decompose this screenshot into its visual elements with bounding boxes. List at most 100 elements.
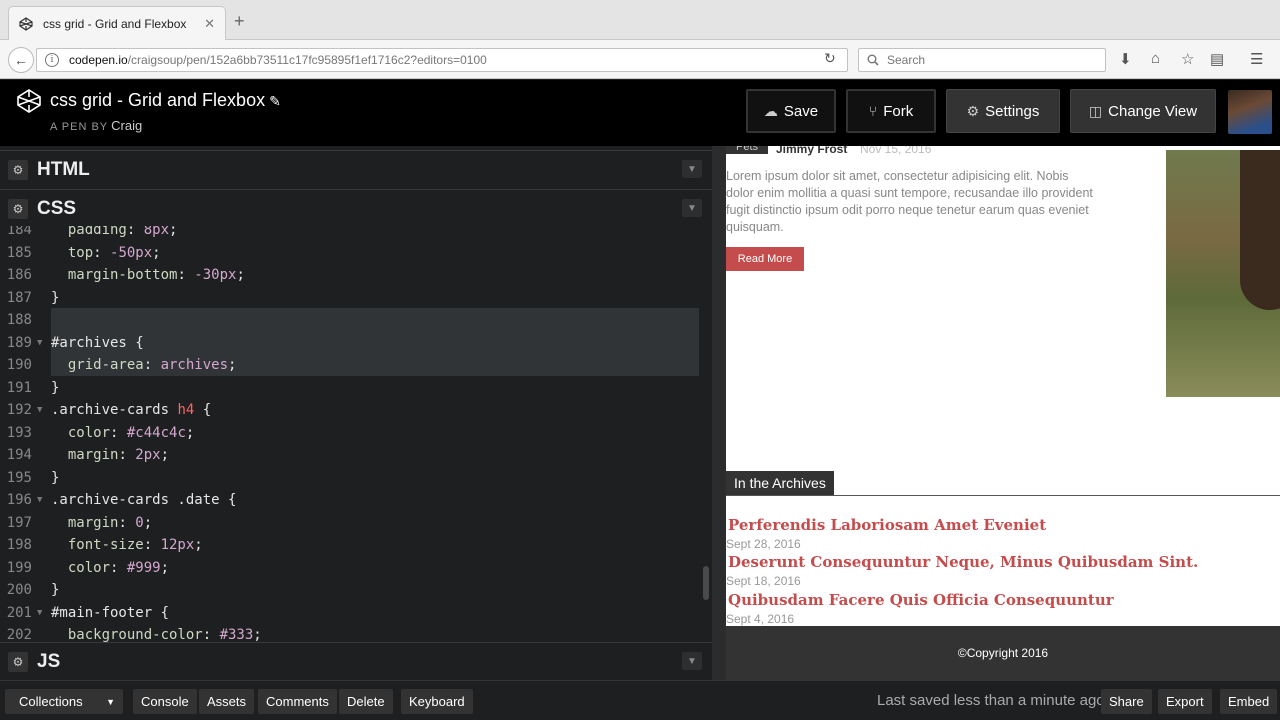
code-line[interactable]: 192 ▼ .archive-cards h4 {	[0, 399, 712, 422]
new-tab-icon[interactable]: +	[234, 11, 245, 32]
chevron-down-icon[interactable]: ▼	[682, 199, 702, 217]
css-settings-gear-icon[interactable]: ⚙	[8, 198, 28, 219]
fork-button[interactable]: ⑂ Fork	[846, 89, 936, 133]
code-line[interactable]: 193 color: #c44c4c;	[0, 422, 712, 445]
change-view-button[interactable]: ◫ Change View	[1070, 89, 1216, 133]
archive-title[interactable]: Quibusdam Facere Quis Officia Consequunt…	[728, 591, 1114, 609]
pen-title[interactable]: css grid - Grid and Flexbox ✎	[50, 90, 281, 111]
bookmark-star-icon[interactable]: ☆	[1181, 50, 1194, 68]
code-text: #main-footer {	[51, 604, 170, 621]
browser-tab[interactable]: css grid - Grid and Flexbox ✕	[8, 6, 226, 40]
css-panel-header[interactable]: ⚙ CSS ▼	[0, 189, 712, 227]
code-line[interactable]: 188	[0, 309, 712, 332]
code-line[interactable]: 195}	[0, 467, 712, 490]
archive-date: Sept 4, 2016	[726, 612, 795, 626]
saved-status: Last saved less than a minute ago	[877, 692, 1105, 709]
home-icon[interactable]: ⌂	[1151, 50, 1160, 67]
search-input[interactable]: Search	[858, 48, 1106, 72]
editor-scrollbar[interactable]	[703, 566, 709, 600]
fold-arrow-icon[interactable]: ▼	[37, 602, 42, 625]
html-panel-title: HTML	[37, 158, 90, 180]
code-line[interactable]: 185 top: -50px;	[0, 242, 712, 265]
code-line[interactable]: 194 margin: 2px;	[0, 444, 712, 467]
settings-button[interactable]: ⚙ Settings	[946, 89, 1060, 133]
code-line[interactable]: 187}	[0, 287, 712, 310]
code-line[interactable]: 186 margin-bottom: -30px;	[0, 264, 712, 287]
line-number: 197	[6, 514, 32, 531]
code-line[interactable]: 190 grid-area: archives;	[0, 354, 712, 377]
line-number: 199	[6, 559, 32, 576]
url-bar[interactable]: i codepen.io/craigsoup/pen/152a6bb73511c…	[36, 48, 848, 72]
code-line[interactable]: 196 ▼ .archive-cards .date {	[0, 489, 712, 512]
css-code-editor[interactable]: 184 padding: 8px; 185 top: -50px; 186 marg…	[0, 226, 712, 642]
code-text: .archive-cards h4 {	[51, 402, 212, 418]
code-line[interactable]: 197 margin: 0;	[0, 512, 712, 535]
code-text: }	[51, 379, 60, 396]
read-more-button[interactable]: Read More	[726, 247, 804, 271]
fold-arrow-icon[interactable]: ▼	[37, 399, 42, 422]
archives-heading: In the Archives	[726, 471, 834, 496]
code-text: font-size: 12px;	[67, 537, 203, 553]
share-button[interactable]: Share	[1101, 689, 1152, 714]
info-icon[interactable]: i	[45, 53, 59, 67]
tab-title: css grid - Grid and Flexbox	[43, 16, 187, 31]
browser-toolbar: ← i codepen.io/craigsoup/pen/152a6bb7351…	[0, 40, 1280, 79]
line-number: 200	[6, 582, 32, 598]
code-line[interactable]: 191}	[0, 377, 712, 400]
save-button[interactable]: ☁ Save	[746, 89, 836, 133]
codepen-logo-icon[interactable]	[16, 88, 42, 119]
url-text: codepen.io/craigsoup/pen/152a6bb73511c17…	[69, 53, 487, 67]
code-line[interactable]: 189 ▼ #archives {	[0, 332, 712, 355]
console-button[interactable]: Console	[133, 689, 197, 714]
code-line[interactable]: 200}	[0, 579, 712, 602]
export-button[interactable]: Export	[1158, 689, 1212, 714]
fork-icon: ⑂	[868, 103, 878, 119]
code-text: margin: 2px;	[67, 447, 170, 463]
reload-icon[interactable]: ↻	[824, 50, 836, 67]
edit-pencil-icon[interactable]: ✎	[269, 93, 281, 109]
category-tag: Pets	[726, 146, 769, 154]
code-line[interactable]: 199 color: #999;	[0, 557, 712, 580]
post-author: Jimmy Frost	[776, 146, 848, 156]
fold-arrow-icon[interactable]: ▼	[37, 332, 42, 355]
assets-button[interactable]: Assets	[199, 689, 255, 714]
archive-date: Sept 28, 2016	[726, 537, 801, 551]
delete-button[interactable]: Delete	[339, 689, 393, 714]
avatar[interactable]	[1228, 90, 1272, 134]
html-settings-gear-icon[interactable]: ⚙	[8, 159, 28, 180]
archive-title[interactable]: Deserunt Consequuntur Neque, Minus Quibu…	[728, 553, 1198, 571]
code-line[interactable]: 198 font-size: 12px;	[0, 534, 712, 557]
reading-list-icon[interactable]: ▤	[1210, 50, 1224, 68]
bottom-bar: Collections ▼ Console Assets Comments Del…	[0, 680, 1280, 720]
js-panel-header[interactable]: ⚙ JS ▼	[0, 642, 712, 680]
archive-date: Sept 18, 2016	[726, 574, 801, 588]
chevron-down-icon[interactable]: ▼	[682, 652, 702, 670]
browser-tab-strip: css grid - Grid and Flexbox ✕ +	[0, 0, 1280, 40]
line-number: 202	[6, 627, 32, 642]
preview-footer: ©Copyright 2016	[726, 626, 1280, 680]
chevron-down-icon[interactable]: ▼	[682, 160, 702, 178]
code-text: color: #999;	[67, 559, 170, 576]
download-icon[interactable]: ⬇	[1119, 50, 1132, 68]
author-link[interactable]: Craig	[111, 118, 142, 133]
preview-pane: Pets Jimmy Frost Nov 15, 2016 Lorem ipsu…	[726, 146, 1280, 680]
code-line[interactable]: 201 ▼ #main-footer {	[0, 602, 712, 625]
code-line[interactable]: 184 padding: 8px;	[0, 226, 712, 242]
collections-dropdown[interactable]: Collections ▼	[5, 689, 123, 714]
tab-close-icon[interactable]: ✕	[204, 16, 215, 32]
code-text: color: #c44c4c;	[67, 424, 195, 441]
line-number: 194	[6, 447, 32, 463]
archive-title[interactable]: Perferendis Laboriosam Amet Eveniet	[728, 516, 1046, 534]
code-line[interactable]: 202 background-color: #333;	[0, 624, 712, 642]
js-settings-gear-icon[interactable]: ⚙	[8, 651, 28, 672]
back-arrow-icon[interactable]: ←	[8, 47, 34, 73]
pane-resize-handle[interactable]	[712, 146, 726, 680]
embed-button[interactable]: Embed	[1220, 689, 1278, 714]
comments-button[interactable]: Comments	[258, 689, 337, 714]
fold-arrow-icon[interactable]: ▼	[37, 489, 42, 512]
html-panel-header[interactable]: ⚙ HTML ▼	[0, 150, 712, 188]
menu-icon[interactable]: ☰	[1250, 50, 1263, 68]
keyboard-button[interactable]: Keyboard	[401, 689, 473, 714]
search-placeholder: Search	[887, 53, 926, 67]
line-number: 184	[6, 226, 32, 238]
